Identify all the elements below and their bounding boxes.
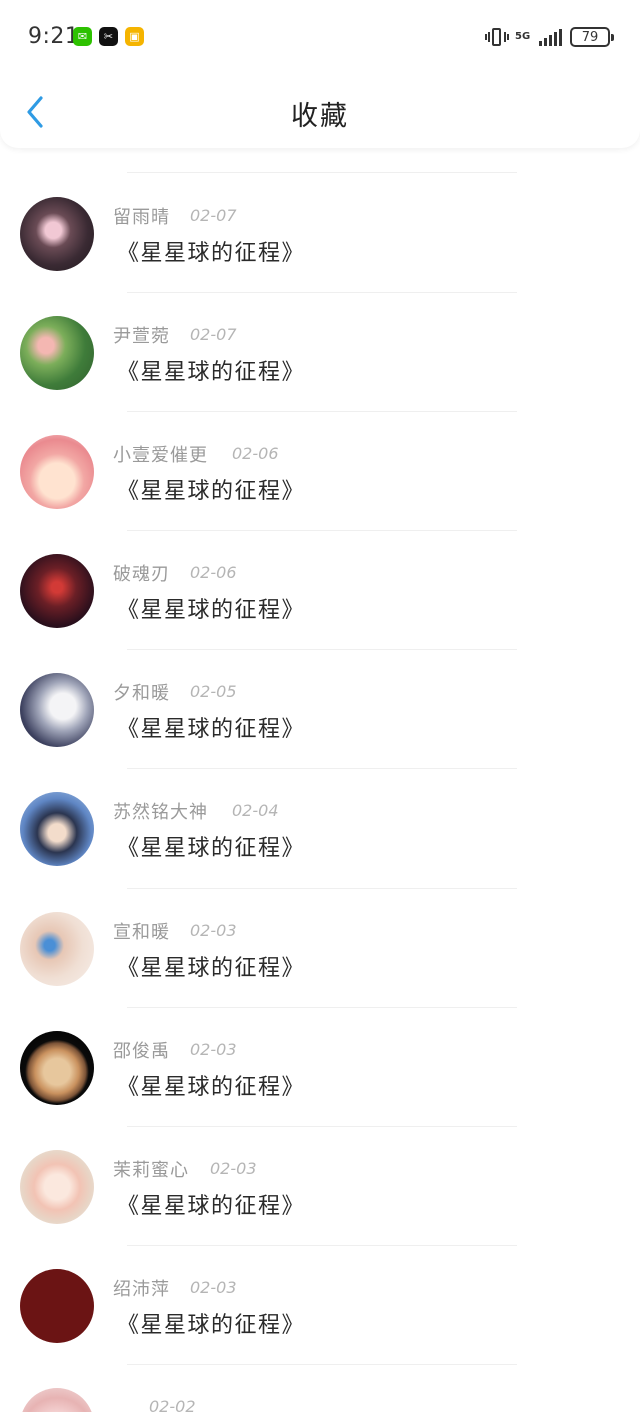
username[interactable]: 邵俊禹 xyxy=(113,1037,170,1063)
avatar[interactable] xyxy=(20,316,94,390)
list-item[interactable]: 小壹爱催更 02-06 《星星球的征程》 xyxy=(0,411,640,530)
username[interactable]: 宣和暖 xyxy=(113,918,170,944)
book-title[interactable]: 《星星球的征程》 xyxy=(117,830,305,862)
avatar[interactable] xyxy=(20,1269,94,1343)
avatar[interactable] xyxy=(20,435,94,509)
app-header: 9:21 ✉ ✂ ▣ 5G 79 收藏 xyxy=(0,0,640,148)
username[interactable]: 留雨晴 xyxy=(113,203,170,229)
avatar[interactable] xyxy=(20,673,94,747)
nav-bar: 收藏 xyxy=(0,78,640,144)
username[interactable]: 小壹爱催更 xyxy=(113,441,208,467)
username[interactable]: 茉莉蜜心 xyxy=(113,1156,189,1182)
date-label: 02-03 xyxy=(210,1159,257,1178)
avatar[interactable] xyxy=(20,1150,94,1224)
book-title[interactable]: 《星星球的征程》 xyxy=(117,1188,305,1220)
date-label: 02-03 xyxy=(190,1040,237,1059)
list-item[interactable]: 苏然铭大神 02-04 《星星球的征程》 xyxy=(0,768,640,887)
list-item[interactable]: 留雨晴 02-07 《星星球的征程》 xyxy=(0,173,640,292)
date-label: 02-06 xyxy=(232,444,279,463)
date-label: 02-03 xyxy=(190,1278,237,1297)
vibrate-icon xyxy=(485,26,509,48)
book-title[interactable]: 《星星球的征程》 xyxy=(117,950,305,982)
list-item[interactable]: 尹萱菀 02-07 《星星球的征程》 xyxy=(0,292,640,411)
book-title[interactable]: 《星星球的征程》 xyxy=(117,592,305,624)
status-time: 9:21 xyxy=(28,24,80,49)
username[interactable]: 破魂刃 xyxy=(113,560,170,586)
username[interactable]: 夕和暖 xyxy=(113,679,170,705)
avatar[interactable] xyxy=(20,554,94,628)
status-bar: 9:21 ✉ ✂ ▣ 5G 79 xyxy=(0,0,640,74)
avatar[interactable] xyxy=(20,912,94,986)
username[interactable]: 尹萱菀 xyxy=(113,322,170,348)
capcut-icon: ✂ xyxy=(99,27,118,46)
list-item[interactable]: 茉莉蜜心 02-03 《星星球的征程》 xyxy=(0,1126,640,1245)
book-title[interactable]: 《星星球的征程》 xyxy=(117,354,305,386)
date-label: 02-03 xyxy=(190,921,237,940)
book-title[interactable]: 《星星球的征程》 xyxy=(117,473,305,505)
notes-app-icon: ▣ xyxy=(125,27,144,46)
list-item[interactable]: 绍沛萍 02-03 《星星球的征程》 xyxy=(0,1245,640,1364)
list-item[interactable]: 夕和暖 02-05 《星星球的征程》 xyxy=(0,649,640,768)
username[interactable]: 绍沛萍 xyxy=(113,1275,170,1301)
date-label: 02-07 xyxy=(190,206,237,225)
network-type-label: 5G xyxy=(515,31,531,42)
avatar[interactable] xyxy=(20,197,94,271)
avatar[interactable] xyxy=(20,1031,94,1105)
book-title[interactable]: 《星星球的征程》 xyxy=(117,1307,305,1339)
favorites-list: 留雨晴 02-07 《星星球的征程》 尹萱菀 02-07 《星星球的征程》 小壹… xyxy=(0,0,640,1412)
book-title[interactable]: 《星星球的征程》 xyxy=(117,235,305,267)
wechat-icon: ✉ xyxy=(73,27,92,46)
list-item[interactable]: 宣和暖 02-03 《星星球的征程》 xyxy=(0,888,640,1007)
status-indicators: 5G 79 xyxy=(485,24,614,50)
battery-icon: 79 xyxy=(570,27,614,47)
list-item[interactable]: 破魂刃 02-06 《星星球的征程》 xyxy=(0,530,640,649)
date-label: 02-02 xyxy=(149,1397,196,1412)
book-title[interactable]: 《星星球的征程》 xyxy=(117,711,305,743)
list-item[interactable]: 邵俊禹 02-03 《星星球的征程》 xyxy=(0,1007,640,1126)
date-label: 02-07 xyxy=(190,325,237,344)
date-label: 02-05 xyxy=(190,682,237,701)
avatar[interactable] xyxy=(20,792,94,866)
battery-level: 79 xyxy=(581,29,599,45)
signal-strength-icon xyxy=(539,28,562,46)
date-label: 02-04 xyxy=(232,801,279,820)
favorites-page: 留雨晴 02-07 《星星球的征程》 尹萱菀 02-07 《星星球的征程》 小壹… xyxy=(0,0,640,1412)
book-title[interactable]: 《星星球的征程》 xyxy=(117,1069,305,1101)
page-title: 收藏 xyxy=(291,101,349,132)
date-label: 02-06 xyxy=(190,563,237,582)
list-item[interactable]: 02-02 xyxy=(0,1364,640,1412)
avatar[interactable] xyxy=(20,1388,94,1412)
username[interactable]: 苏然铭大神 xyxy=(113,798,208,824)
